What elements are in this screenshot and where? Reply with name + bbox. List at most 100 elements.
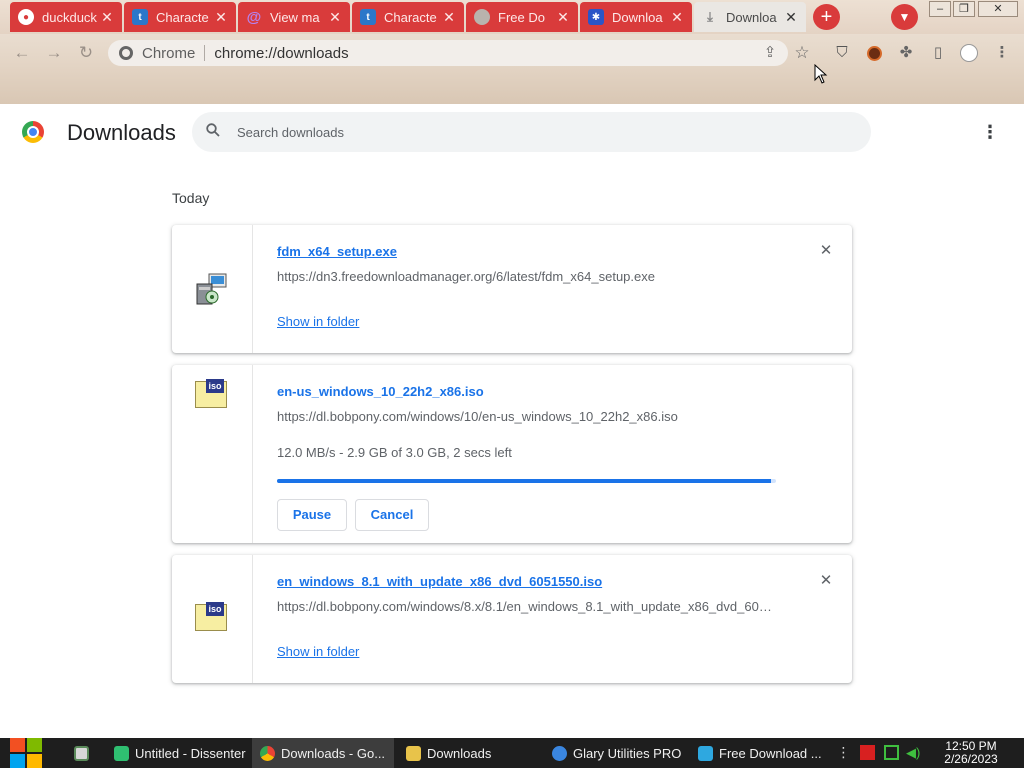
tray-flag-icon[interactable] xyxy=(860,745,875,760)
tab-close-icon[interactable]: ✕ xyxy=(668,9,686,26)
omnibox-divider xyxy=(204,45,206,61)
download-icon: ⤓ xyxy=(707,9,713,24)
tab-title: Characte xyxy=(156,9,209,25)
duckduckgo-icon: ● xyxy=(18,9,34,25)
new-tab-button[interactable]: + xyxy=(813,4,840,30)
page-title: Downloads xyxy=(67,120,176,145)
tab-duckduckgo[interactable]: ● duckduck ✕ xyxy=(10,2,122,32)
address-bar[interactable]: Chrome chrome://downloads xyxy=(108,40,788,66)
tray-overflow-icon[interactable]: ⋮ xyxy=(836,745,851,760)
tab-title: Characte xyxy=(384,9,437,25)
chrome-menu-icon[interactable]: ⋮ xyxy=(991,42,1013,64)
windows-taskbar: Untitled - Dissenter Downloads - Go... D… xyxy=(0,738,1024,768)
reload-icon[interactable]: ↻ xyxy=(75,42,97,64)
iso-file-icon: iso xyxy=(195,379,227,408)
restore-window-icon[interactable]: ❐ xyxy=(953,1,975,17)
globe-icon xyxy=(474,9,490,25)
search-input[interactable] xyxy=(237,124,837,140)
website-icon: t xyxy=(132,9,148,25)
chrome-logo-icon xyxy=(22,121,44,143)
taskbar-item-label: Free Download ... xyxy=(719,745,822,761)
file-source-url[interactable]: https://dl.bobpony.com/windows/8.x/8.1/e… xyxy=(277,599,775,614)
show-desktop-icon[interactable] xyxy=(66,738,96,768)
close-window-icon[interactable]: ✕ xyxy=(978,1,1018,17)
tab-close-icon[interactable]: ✕ xyxy=(212,9,230,26)
file-source-url[interactable]: https://dl.bobpony.com/windows/10/en-us_… xyxy=(277,409,678,424)
site-label: Chrome xyxy=(142,44,196,62)
minimize-window-icon[interactable]: – xyxy=(929,1,951,17)
tab-title: duckduck xyxy=(42,9,97,25)
download-progress-bar xyxy=(277,479,776,483)
file-name-text[interactable]: en-us_windows_10_22h2_x86.iso xyxy=(277,384,484,399)
remove-download-close-icon[interactable]: ✕ xyxy=(817,242,835,260)
tab-characters-1[interactable]: t Characte ✕ xyxy=(124,2,236,32)
desktop-icon xyxy=(74,745,89,761)
start-windows-icon[interactable] xyxy=(10,738,44,768)
folder-icon xyxy=(406,745,421,761)
tab-close-icon[interactable]: ✕ xyxy=(326,9,344,26)
browser-toolbar: ← → ↻ Chrome chrome://downloads ⇪ ☆ ⛉ ✤ … xyxy=(0,34,1024,104)
back-arrow-icon[interactable]: ← xyxy=(11,42,33,64)
url-text[interactable]: chrome://downloads xyxy=(214,45,348,62)
search-downloads-box[interactable] xyxy=(192,112,871,152)
extensions-puzzle-icon[interactable]: ✤ xyxy=(895,42,917,64)
tab-download-ext[interactable]: ✱ Downloa ✕ xyxy=(580,2,692,32)
at-sign-icon: @ xyxy=(246,8,262,26)
downloads-header: Downloads ⋮ xyxy=(0,104,1024,162)
taskbar-item-label: Untitled - Dissenter xyxy=(135,745,246,761)
file-source-url[interactable]: https://dn3.freedownloadmanager.org/6/la… xyxy=(277,269,655,284)
volume-icon[interactable]: ◀) xyxy=(906,745,921,760)
taskbar-item-explorer[interactable]: Downloads xyxy=(398,738,540,768)
taskbar-item-fdm[interactable]: Free Download ... xyxy=(690,738,832,768)
share-icon[interactable]: ⇪ xyxy=(759,42,781,64)
cancel-button[interactable]: Cancel xyxy=(355,499,429,531)
dissenter-icon xyxy=(114,745,129,761)
taskbar-item-chrome[interactable]: Downloads - Go... xyxy=(252,738,394,768)
download-card-win10: iso en-us_windows_10_22h2_x86.iso https:… xyxy=(172,365,852,543)
show-in-folder-link[interactable]: Show in folder xyxy=(277,314,359,329)
taskbar-item-dissenter[interactable]: Untitled - Dissenter xyxy=(106,738,248,768)
tab-characters-2[interactable]: t Characte ✕ xyxy=(352,2,464,32)
file-name-link[interactable]: fdm_x64_setup.exe xyxy=(277,244,397,259)
puzzle-icon: ✱ xyxy=(588,9,604,25)
glary-icon xyxy=(552,745,567,761)
ublock-shield-icon[interactable]: ⛉ xyxy=(831,42,853,64)
pause-button[interactable]: Pause xyxy=(277,499,347,531)
file-icon-column: iso xyxy=(172,555,253,683)
clock-date: 2/26/2023 xyxy=(944,752,998,766)
show-in-folder-link[interactable]: Show in folder xyxy=(277,644,359,659)
download-card-fdm: fdm_x64_setup.exe https://dn3.freedownlo… xyxy=(172,225,852,353)
remove-download-close-icon[interactable]: ✕ xyxy=(817,572,835,590)
date-group-label: Today xyxy=(172,190,210,206)
iso-tag-text: iso xyxy=(206,602,224,616)
chrome-icon xyxy=(260,745,275,761)
more-actions-icon[interactable]: ⋮ xyxy=(980,121,1000,143)
file-icon-column xyxy=(172,225,253,353)
search-icon xyxy=(204,123,222,141)
bookmark-star-icon[interactable]: ☆ xyxy=(791,42,813,64)
file-icon-column: iso xyxy=(172,365,253,543)
fdm-icon xyxy=(698,745,713,761)
side-panel-icon[interactable]: ▯ xyxy=(927,42,949,64)
system-clock[interactable]: 12:50 PM 2/26/2023 xyxy=(936,740,1006,766)
tab-title: Downloa xyxy=(612,9,663,25)
profile-extension-icon[interactable] xyxy=(863,42,885,64)
network-icon[interactable] xyxy=(884,745,899,760)
tab-free-download[interactable]: Free Do ✕ xyxy=(466,2,578,32)
tab-close-icon[interactable]: ✕ xyxy=(782,9,800,26)
tab-title: View ma xyxy=(270,9,320,25)
tab-view-mail[interactable]: @ View ma ✕ xyxy=(238,2,350,32)
download-card-win81: iso en_windows_8.1_with_update_x86_dvd_6… xyxy=(172,555,852,683)
forward-arrow-icon[interactable]: → xyxy=(43,42,65,64)
taskbar-item-label: Downloads - Go... xyxy=(281,745,386,761)
tab-strip: ● duckduck ✕ t Characte ✕ @ View ma ✕ t … xyxy=(0,0,1024,34)
tab-close-icon[interactable]: ✕ xyxy=(440,9,458,26)
account-avatar-icon[interactable] xyxy=(958,42,980,64)
file-name-link[interactable]: en_windows_8.1_with_update_x86_dvd_60515… xyxy=(277,574,602,589)
tab-close-icon[interactable]: ✕ xyxy=(554,9,572,26)
taskbar-item-glary[interactable]: Glary Utilities PRO xyxy=(544,738,686,768)
tab-search-chevron-icon[interactable]: ▼ xyxy=(891,4,918,30)
tab-close-icon[interactable]: ✕ xyxy=(98,9,116,26)
tab-downloads-active[interactable]: ⤓ Downloa ✕ xyxy=(694,2,806,32)
tab-title: Downloa xyxy=(726,9,777,25)
